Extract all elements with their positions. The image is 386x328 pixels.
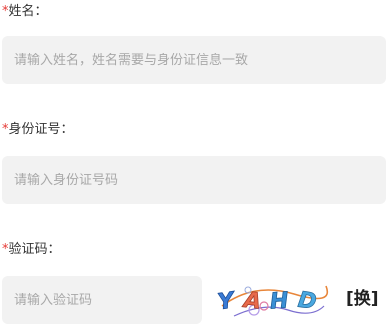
id-number-label-text: 身份证号： (8, 122, 74, 137)
captcha-char: A (241, 288, 263, 315)
captcha-label-text: 验证码： (8, 242, 61, 257)
captcha-input[interactable] (14, 292, 202, 308)
name-label: *姓名： (2, 4, 48, 20)
captcha-char: Y (216, 288, 237, 315)
captcha-noise-circle (259, 301, 269, 311)
name-field[interactable] (2, 36, 386, 84)
id-number-field[interactable] (2, 156, 386, 204)
captcha-label: *验证码： (2, 242, 61, 258)
id-number-label: *身份证号： (2, 122, 74, 138)
name-input[interactable] (14, 52, 386, 68)
captcha-image[interactable]: Y A H D (214, 276, 330, 324)
captcha-image-svg: Y A H D (216, 285, 329, 317)
captcha-char: D (296, 288, 318, 315)
name-label-text: 姓名： (8, 4, 48, 19)
captcha-field[interactable] (2, 276, 202, 324)
captcha-char: H (269, 288, 289, 314)
captcha-refresh-link[interactable]: [换] (346, 289, 379, 309)
id-number-input[interactable] (14, 172, 386, 188)
